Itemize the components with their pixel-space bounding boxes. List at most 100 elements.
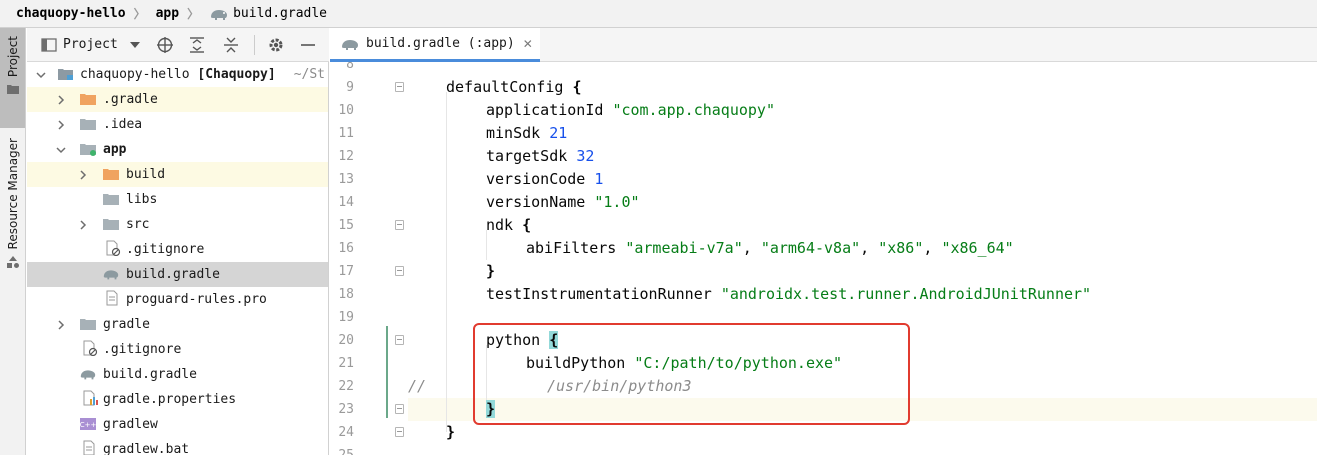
breadcrumb-item-module[interactable]: app 〉: [140, 0, 200, 28]
toolbar-divider: [253, 34, 255, 55]
orange-folder-icon: [80, 94, 96, 105]
line-number: 9: [346, 80, 354, 95]
line-number: 10: [338, 103, 354, 118]
tree-label: proguard-rules.pro: [126, 292, 267, 307]
gear-icon[interactable]: [267, 36, 285, 54]
tree-label: gradlew.bat: [103, 442, 190, 455]
tree-row-app[interactable]: app: [27, 137, 328, 162]
expand-all-icon[interactable]: [188, 36, 206, 54]
line-number: 11: [338, 126, 354, 141]
minimize-icon[interactable]: [299, 36, 317, 54]
code-line-16: abiFilters "armeabi-v7a", "arm64-v8a", "…: [526, 239, 1014, 257]
project-tree: chaquopy-hello [Chaquopy] ~/St .gradle .i…: [27, 62, 329, 455]
editor-tab-bar: build.gradle (:app) ✕: [330, 28, 1317, 62]
gradle-elephant-icon: [211, 9, 228, 20]
code-line-15: ndk {: [486, 216, 532, 234]
fold-marker[interactable]: [395, 335, 404, 345]
tree-row-gradlew[interactable]: C++ gradlew: [27, 412, 328, 437]
dropdown-arrow-icon[interactable]: [126, 36, 144, 54]
gradle-elephant-icon: [342, 39, 358, 50]
tree-row-gradle-properties[interactable]: gradle.properties: [27, 387, 328, 412]
folder-icon: [6, 85, 19, 95]
line-number: 13: [338, 172, 354, 187]
ignored-file-icon: [106, 240, 121, 256]
project-panel-header: Project: [27, 28, 329, 62]
resource-manager-label: Resource Manager: [5, 138, 20, 250]
fold-marker[interactable]: [395, 266, 404, 276]
tree-label: gradle: [103, 317, 150, 332]
collapse-all-icon[interactable]: [222, 36, 240, 54]
tree-label: .gitignore: [103, 342, 182, 357]
tree-label: chaquopy-hello: [80, 67, 190, 82]
line-number: 25: [330, 448, 354, 455]
code-line-14: versionName "1.0": [486, 193, 640, 211]
fold-marker[interactable]: [395, 220, 404, 230]
project-path: ~/St: [293, 67, 325, 82]
tree-row-gradlew-bat[interactable]: gradlew.bat: [27, 437, 328, 455]
code-editor[interactable]: 8 9 10 11 12 13 14 15 16 17 18 19 20 21 …: [330, 62, 1317, 455]
tree-label: .idea: [103, 117, 143, 132]
vcs-change-marker[interactable]: [386, 326, 388, 418]
line-number: 23: [338, 402, 354, 417]
line-number: 16: [338, 241, 354, 256]
line-number: 15: [338, 218, 354, 233]
fold-marker[interactable]: [395, 404, 404, 414]
breadcrumb-label: app: [155, 6, 180, 21]
line-number: 20: [338, 333, 354, 348]
breadcrumb-item-file[interactable]: build.gradle: [193, 0, 327, 28]
module-folder-icon: [58, 69, 73, 80]
chevron-right-icon: [80, 170, 87, 180]
gradle-elephant-icon: [103, 270, 119, 280]
chevron-right-icon: [58, 320, 65, 330]
chevron-down-icon: [56, 147, 66, 154]
orange-folder-icon: [103, 169, 119, 180]
breadcrumb-label: chaquopy-hello: [16, 6, 126, 21]
file-icon: [83, 440, 95, 455]
tree-row-root-gitignore[interactable]: .gitignore: [27, 337, 328, 362]
fold-marker[interactable]: [395, 427, 404, 437]
tree-label: libs: [126, 192, 158, 207]
tree-label: gradlew: [103, 417, 158, 432]
module-folder-icon: [80, 144, 96, 156]
line-number: 21: [338, 356, 354, 371]
code-line-9: defaultConfig {: [446, 78, 582, 96]
tree-row-gradle[interactable]: gradle: [27, 312, 328, 337]
tree-label: .gitignore: [126, 242, 205, 257]
line-number: 17: [338, 264, 354, 279]
tree-row-root[interactable]: chaquopy-hello [Chaquopy] ~/St: [27, 62, 328, 87]
tab-label: build.gradle (:app): [366, 36, 515, 51]
project-tool-button[interactable]: Project: [0, 28, 25, 128]
project-view-selector[interactable]: Project: [63, 37, 118, 52]
tab-build-gradle-app[interactable]: build.gradle (:app) ✕: [330, 28, 540, 62]
close-icon[interactable]: ✕: [523, 37, 533, 51]
tree-row-idea[interactable]: .idea: [27, 112, 328, 137]
fold-marker[interactable]: [395, 82, 404, 92]
locate-target-icon[interactable]: [156, 36, 174, 54]
tree-label: src: [126, 217, 150, 232]
folder-icon: [103, 194, 119, 205]
ignored-file-icon: [83, 340, 98, 356]
tree-row-app-gitignore[interactable]: .gitignore: [27, 237, 328, 262]
tree-row-libs[interactable]: libs: [27, 187, 328, 212]
editor-gutter: 8 9 10 11 12 13 14 15 16 17 18 19 20 21 …: [330, 62, 408, 455]
file-icon: [106, 290, 118, 306]
module-tag: [Chaquopy]: [197, 67, 276, 82]
tree-row-src[interactable]: src: [27, 212, 328, 237]
line-number: 18: [338, 287, 354, 302]
tree-row-gradle-dir[interactable]: .gradle: [27, 87, 328, 112]
line-number: 14: [338, 195, 354, 210]
breadcrumb: chaquopy-hello 〉 app 〉 build.gradle: [0, 0, 1317, 28]
tree-row-root-build-gradle[interactable]: build.gradle: [27, 362, 328, 387]
tree-row-proguard[interactable]: proguard-rules.pro: [27, 287, 328, 312]
tool-window-strip: Project Resource Manager: [0, 28, 26, 455]
line-number: 8: [346, 62, 354, 72]
breadcrumb-item-project[interactable]: chaquopy-hello 〉: [0, 0, 146, 28]
folder-icon: [80, 119, 96, 130]
line-number: 19: [338, 310, 354, 325]
resource-manager-tool-button[interactable]: Resource Manager: [0, 138, 25, 298]
tree-label: build.gradle: [126, 267, 220, 282]
tree-row-app-build-gradle[interactable]: build.gradle: [27, 262, 328, 287]
tree-label: app: [103, 142, 127, 157]
tree-row-build-dir[interactable]: build: [27, 162, 328, 187]
tree-label: gradle.properties: [103, 392, 237, 407]
